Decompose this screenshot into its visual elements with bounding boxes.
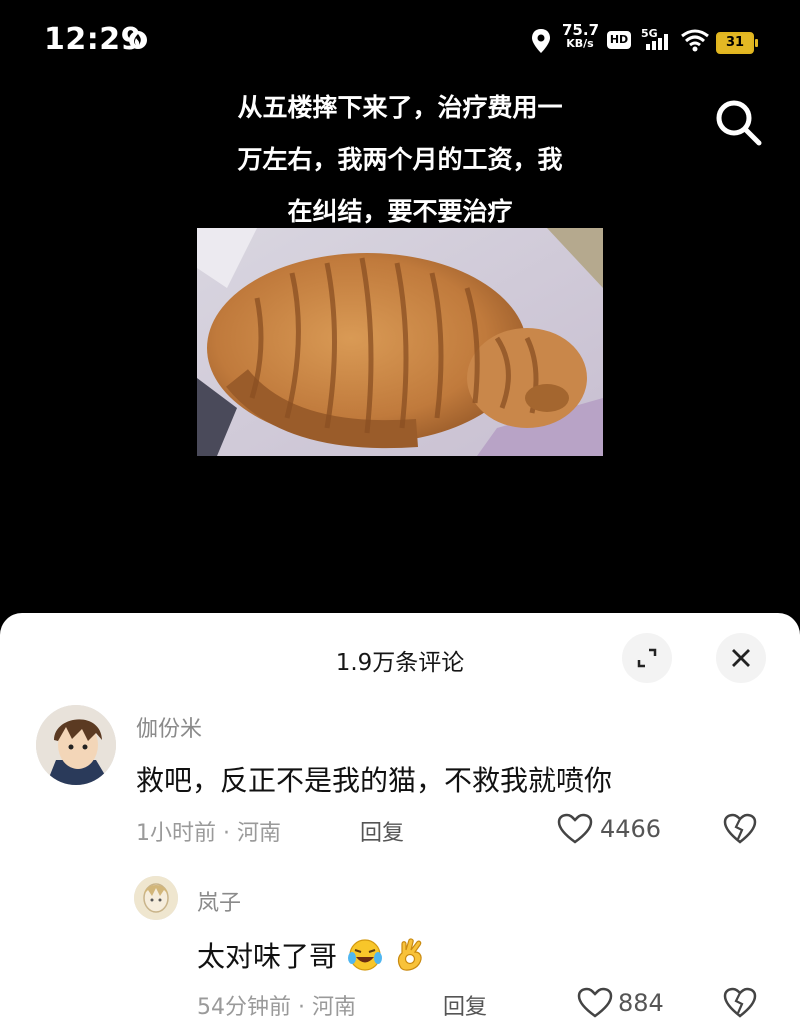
caption-line: 从五楼摔下来了，治疗费用一 (237, 93, 563, 122)
broken-heart-icon[interactable] (723, 813, 757, 845)
broken-heart-icon[interactable] (723, 987, 757, 1019)
comment-text: 救吧，反正不是我的猫，不救我就喷你 (136, 764, 613, 797)
speed-unit: KB/s (566, 37, 594, 50)
video-frame-cat-photo[interactable] (197, 228, 603, 456)
laughing-emoji-icon (347, 939, 382, 971)
comment-username[interactable]: 伽份米 (136, 711, 202, 743)
like-count: 4466 (600, 815, 662, 843)
heart-icon[interactable] (577, 987, 613, 1019)
close-button[interactable] (716, 633, 766, 683)
reply-button[interactable]: 回复 (360, 815, 404, 847)
search-icon[interactable] (712, 96, 764, 148)
comment-text-content: 太对味了哥 (197, 940, 338, 973)
close-icon (732, 649, 750, 667)
cellular-signal-icon: 5G (641, 27, 668, 50)
avatar[interactable] (134, 876, 178, 920)
avatar[interactable] (36, 705, 116, 785)
expand-icon (637, 648, 657, 668)
comments-panel: 1.9万条评论 伽份米 救吧，反正不是我的猫，不救我就喷你 1小时前 · 河南 … (0, 613, 800, 1032)
like-count: 884 (618, 989, 664, 1017)
reply-button[interactable]: 回复 (443, 989, 487, 1021)
caption-line: 万左右，我两个月的工资，我 (237, 145, 563, 174)
heart-icon[interactable] (557, 813, 593, 845)
wifi-icon (681, 29, 709, 52)
comment-meta: 54分钟前 · 河南 (197, 995, 356, 1020)
location-icon (532, 29, 550, 53)
ok-hand-emoji-icon (397, 938, 422, 971)
comment-text: 太对味了哥 (197, 935, 427, 975)
battery-indicator: 31 (716, 32, 758, 54)
flame-icon (129, 31, 147, 49)
comment-username[interactable]: 岚子 (197, 885, 241, 917)
video-caption: 从五楼摔下来了，治疗费用一 万左右，我两个月的工资，我 在纠结，要不要治疗 (200, 82, 600, 238)
expand-button[interactable] (622, 633, 672, 683)
status-bar: 12:29 75.7 KB/s HD 5G 31 (0, 0, 800, 78)
network-speed: 75.7 KB/s (562, 23, 599, 51)
comments-count-title: 1.9万条评论 (335, 650, 465, 676)
comment-meta: 1小时前 · 河南 (136, 821, 281, 846)
network-type-label: 5G (641, 27, 658, 40)
hd-voice-icon: HD (607, 31, 631, 49)
